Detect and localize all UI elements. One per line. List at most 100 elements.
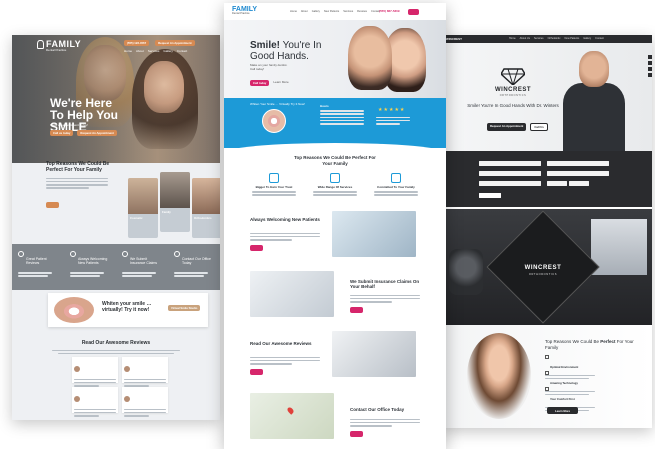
feature-item: Bigger To Earn Your Trust (246, 173, 302, 196)
map-pin-icon[interactable] (648, 73, 652, 77)
avatar (124, 396, 130, 402)
review-card[interactable] (122, 387, 168, 417)
hero-appointment-button[interactable]: Request An Appointment (77, 130, 117, 137)
nav-item-contact[interactable]: Contact (177, 49, 187, 53)
review-card[interactable] (122, 357, 168, 387)
handshake-icon (269, 173, 279, 183)
smile-photo[interactable] (262, 109, 286, 133)
learn-more-button[interactable]: Learn More (547, 407, 579, 414)
nav-item-reviews[interactable]: Reviews (357, 10, 367, 13)
form-field[interactable] (547, 161, 609, 166)
family-dental-blue-page: FAMILY Dental Practice Home About Galler… (224, 3, 446, 449)
service-card[interactable]: Cosmetic (128, 178, 158, 238)
feature-item: Committed To Your Family (368, 173, 424, 196)
hero-heading: Smile! You're In Good Hands. (250, 40, 322, 62)
nav-item-services[interactable]: Services (148, 49, 160, 53)
content-row: Read Our Awesome Reviews (224, 327, 446, 383)
nav-item-about[interactable]: About (136, 49, 144, 53)
row-button[interactable] (350, 307, 363, 314)
form-submit-button[interactable] (479, 193, 501, 198)
review-card[interactable] (72, 357, 118, 387)
site-header: WINCREST Home About Us Services Orthodon… (441, 35, 652, 43)
patient-photo (467, 333, 531, 419)
logo[interactable]: FAMILY Dental Practice (232, 6, 257, 15)
document-icon (122, 251, 128, 257)
learn-more-link[interactable]: Learn More (273, 81, 288, 85)
service-card[interactable]: Family (160, 172, 190, 232)
nav-item-home[interactable]: Home (124, 49, 132, 53)
hero-subtext: Make an your family dentist. Call today! (250, 63, 288, 71)
header-cta-button[interactable] (408, 8, 420, 15)
appointment-button[interactable]: Request An Appointment (155, 40, 195, 47)
form-field[interactable] (569, 181, 589, 186)
diamond-logo-icon (501, 68, 525, 85)
phone-icon[interactable] (648, 67, 652, 71)
feature-item: We Submit Insurance Claims (122, 251, 166, 277)
call-button[interactable]: Call Us (530, 123, 548, 132)
call-us-button[interactable]: Call us today (50, 130, 74, 137)
instagram-icon[interactable] (648, 61, 652, 65)
doctor-photo (559, 51, 629, 151)
brand-subtitle: ORTHODONTICS (499, 94, 527, 97)
sign-text: WINCREST (524, 265, 562, 271)
virtual-smile-button[interactable]: Virtual Smile Studio (168, 305, 201, 312)
checkbox-icon (545, 371, 549, 375)
nav-item-services[interactable]: Services (343, 10, 353, 13)
section-title: Top Reasons We Could Be Perfect For Your… (294, 155, 376, 166)
row-image (332, 211, 416, 257)
row-image (332, 331, 416, 377)
hero-banner: Smile! You're In Good Hands. Make an your… (224, 20, 446, 98)
office-hours: Hours (320, 104, 364, 125)
facebook-icon[interactable] (648, 55, 652, 59)
form-field[interactable] (479, 181, 541, 186)
nav-item-contact[interactable]: Contact (595, 37, 604, 40)
nav-item-new-patients[interactable]: New Patients (324, 10, 339, 13)
review-card[interactable] (72, 387, 118, 417)
brand-name: WINCREST (495, 87, 531, 93)
row-button[interactable] (350, 431, 363, 438)
nav-item-new-patients[interactable]: New Patients (565, 37, 580, 40)
feature-item: Wide Range Of Services (307, 173, 363, 196)
row-image (250, 271, 334, 317)
nav-item-home[interactable]: Home (290, 10, 297, 13)
form-field[interactable] (547, 171, 609, 176)
phone-number[interactable]: (555) 867-5309 (379, 9, 400, 13)
map-image[interactable] (250, 393, 334, 439)
phone-button[interactable]: (555) 123-4567 (124, 40, 150, 47)
form-field[interactable] (479, 161, 541, 166)
service-card[interactable]: Orthodontics (192, 178, 220, 238)
feature-item: Contact Our Office Today (174, 251, 218, 277)
feature-item: Always Welcoming New Patients (70, 251, 114, 277)
row-title: Read Our Awesome Reviews (250, 341, 312, 346)
row-button[interactable] (250, 245, 263, 252)
sign-subtitle: ORTHODONTICS (528, 273, 558, 276)
nav-item-home[interactable]: Home (509, 37, 516, 40)
row-title: Contact Our Office Today (350, 407, 405, 412)
form-field[interactable] (479, 171, 541, 176)
avatar (74, 396, 80, 402)
hero-heading: Smile! You're In Good Hands With Dr. Win… (467, 103, 559, 108)
appointment-button[interactable]: Request An Appointment (487, 123, 527, 132)
nav-item-services[interactable]: Services (534, 37, 544, 40)
nav-item-gallery[interactable]: Gallery (312, 10, 320, 13)
smile-icon (70, 251, 76, 257)
row-title: Always Welcoming New Patients (250, 217, 320, 222)
row-button[interactable] (250, 369, 263, 376)
phone-icon (174, 251, 180, 257)
social-sidebar (648, 55, 652, 95)
avatar (74, 366, 80, 372)
nav-item-about[interactable]: About (301, 10, 308, 13)
hero-photo-man (348, 26, 392, 90)
logo[interactable]: WINCREST (446, 37, 462, 41)
nav-item-gallery[interactable]: Gallery (583, 37, 591, 40)
nav-item-gallery[interactable]: Gallery (163, 49, 173, 53)
reasons-button[interactable] (46, 201, 59, 208)
form-field[interactable] (547, 181, 567, 186)
reasons-section: Top Reasons We Could Be Perfect For Your… (46, 161, 220, 242)
hero-call-button[interactable]: Call today (250, 80, 270, 87)
logo[interactable]: FAMILY Dental Practice (37, 39, 81, 52)
nav-item-about[interactable]: About Us (520, 37, 530, 40)
nav-item-orthodontic[interactable]: Orthodontic (548, 37, 561, 40)
family-dental-page: FAMILY Dental Practice (555) 123-4567 Re… (12, 35, 220, 420)
site-header: FAMILY Dental Practice Home About Galler… (224, 3, 446, 20)
